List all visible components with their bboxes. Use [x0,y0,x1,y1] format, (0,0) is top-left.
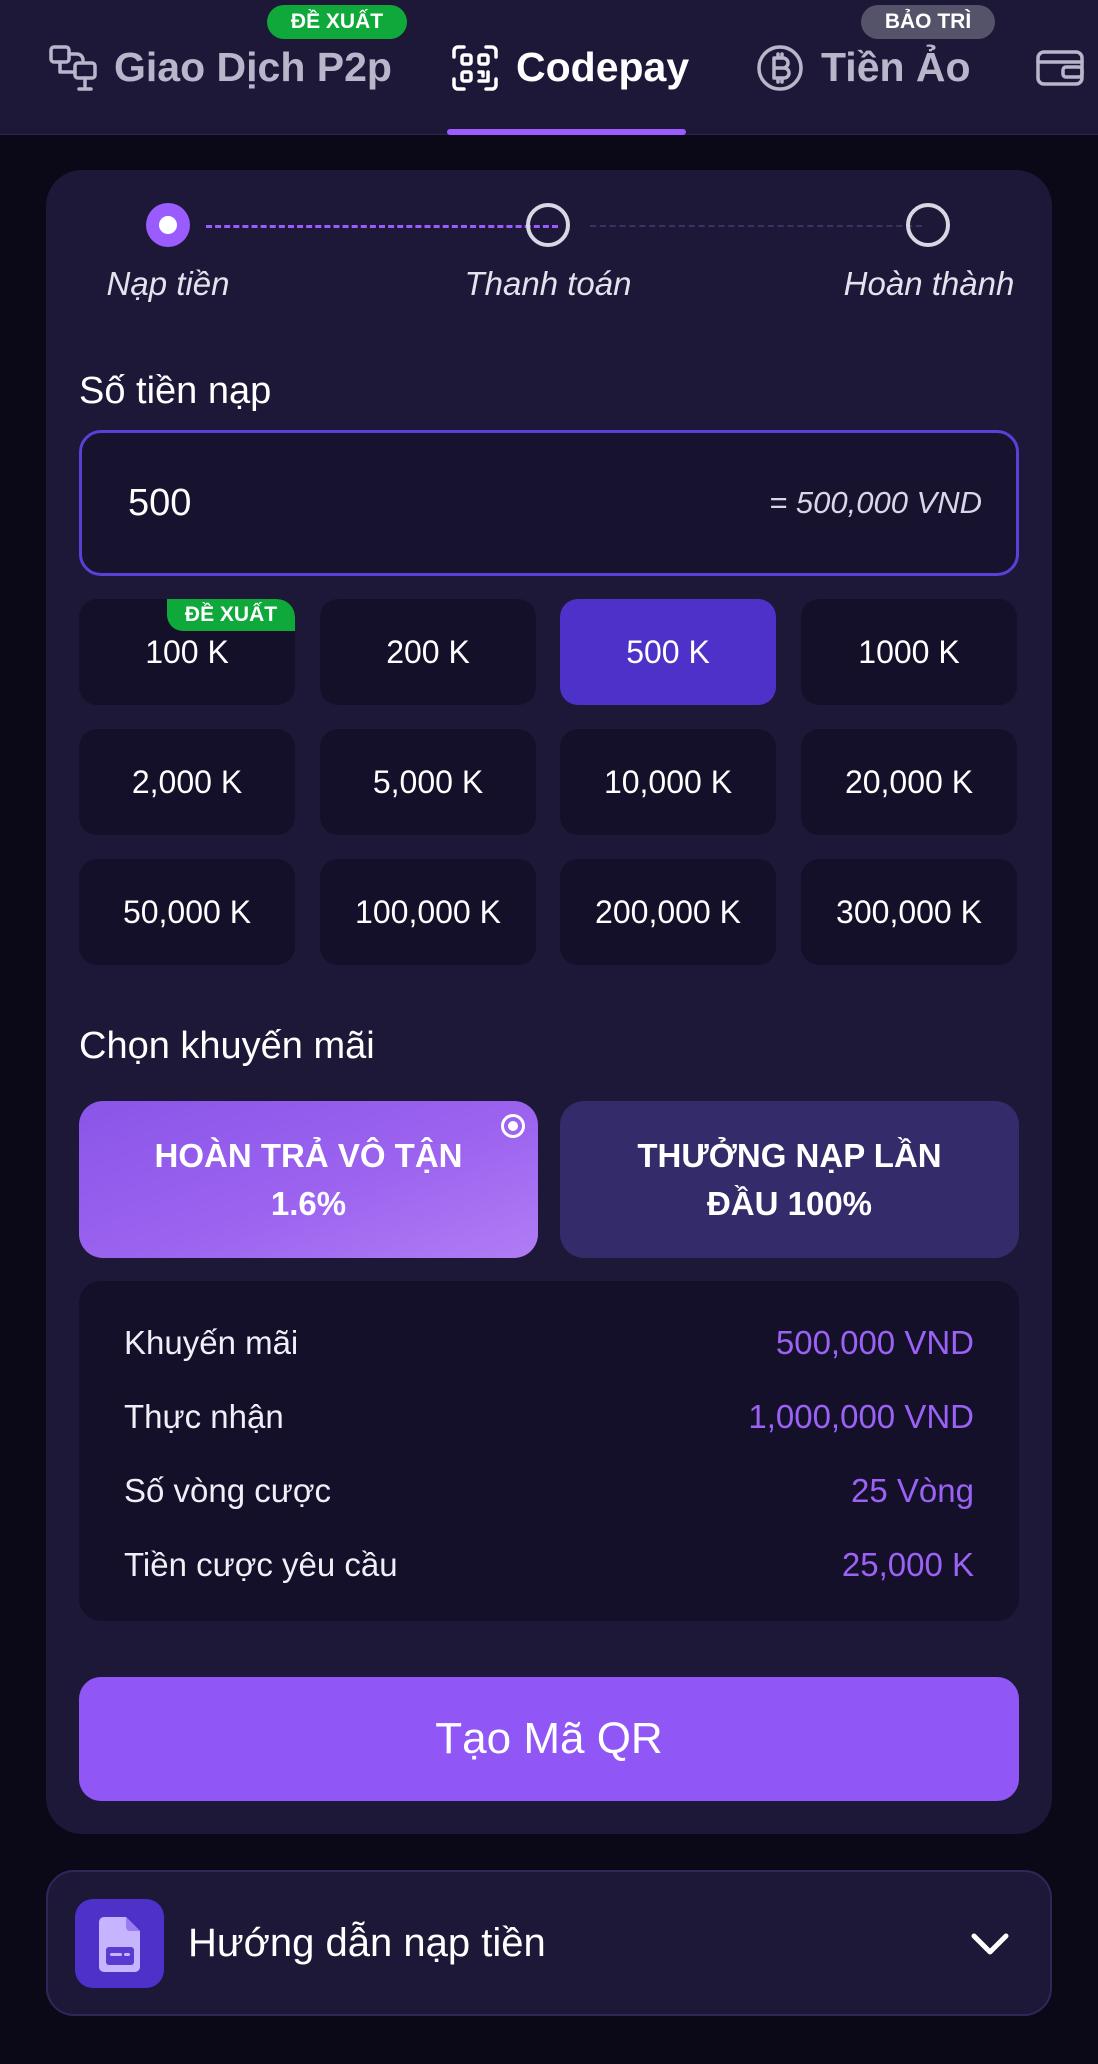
chevron-down-icon [971,1933,1009,1955]
tab-crypto-label: Tiền Ảo [821,44,971,90]
step-connector-done [206,225,558,228]
radio-selected-icon [501,1114,525,1138]
amount-option-label: 10,000 K [603,763,733,800]
amount-option-label: 2,000 K [131,763,243,800]
amount-input-box[interactable]: = 500,000 VND [79,430,1019,576]
amount-option-label: 50,000 K [122,893,252,930]
amount-option-100k[interactable]: 100 K ĐỀ XUẤT [79,599,295,705]
amount-option-20000k[interactable]: 20,000 K [801,729,1017,835]
promotion-title: Chọn khuyến mãi [79,1025,375,1067]
amount-converted: = 500,000 VND [769,485,982,520]
promo-option-line1: THƯỞNG NẠP LẦN [637,1136,942,1174]
amount-option-label: 5,000 K [372,763,484,800]
summary-value: 25 Vòng [851,1472,974,1509]
promo-option-first-deposit-bonus[interactable]: THƯỞNG NẠP LẦN ĐẦU 100% [560,1101,1019,1258]
amount-option-10000k[interactable]: 10,000 K [560,729,776,835]
summary-row-received: Thực nhận 1,000,000 VND [124,1392,974,1442]
summary-row-promotion: Khuyến mãi 500,000 VND [124,1318,974,1368]
amount-option-100000k[interactable]: 100,000 K [320,859,536,965]
qr-scan-icon [450,43,500,93]
amount-option-300000k[interactable]: 300,000 K [801,859,1017,965]
step-label-payment: Thanh toán [464,265,632,302]
amount-title: Số tiền nạp [79,370,272,412]
bitcoin-icon [755,43,805,93]
amount-option-label: 100 K [145,633,229,670]
step-indicator-complete [906,203,950,247]
deposit-guide-label: Hướng dẫn nạp tiền [188,1921,546,1965]
summary-label: Số vòng cược [124,1472,331,1509]
summary-label: Tiền cược yêu cầu [124,1546,398,1583]
amount-option-label: 1000 K [858,633,960,670]
amount-option-50000k[interactable]: 50,000 K [79,859,295,965]
amount-option-label: 200 K [386,633,470,670]
active-tab-indicator [447,129,686,135]
amount-option-label: 20,000 K [844,763,974,800]
amount-option-1000k[interactable]: 1000 K [801,599,1017,705]
tab-wallet[interactable] [1035,0,1098,135]
summary-row-wager-rounds: Số vòng cược 25 Vòng [124,1466,974,1516]
deposit-guide-accordion[interactable]: Hướng dẫn nạp tiền [46,1870,1052,2016]
create-qr-button[interactable]: Tạo Mã QR [79,1677,1019,1801]
amount-option-200k[interactable]: 200 K [320,599,536,705]
deposit-card: Nạp tiền Thanh toán Hoàn thành Số tiền n… [46,170,1052,1834]
amount-option-label: 200,000 K [595,893,741,930]
summary-label: Khuyến mãi [124,1324,299,1361]
promo-option-line2: ĐẦU 100% [706,1184,873,1222]
promotion-summary: Khuyến mãi 500,000 VND Thực nhận 1,000,0… [79,1281,1019,1621]
step-label-deposit: Nạp tiền [106,265,230,302]
step-indicator-payment [526,203,570,247]
amount-option-label: 300,000 K [836,893,982,930]
amount-option-label: 500 K [626,633,710,670]
summary-value: 500,000 VND [775,1324,974,1361]
tab-codepay[interactable]: Codepay [450,0,689,135]
promo-option-line2: 1.6% [270,1184,347,1222]
recommended-badge: ĐỀ XUẤT [167,599,295,631]
p2p-transfer-icon [48,43,98,93]
step-label-complete: Hoàn thành [843,265,1015,302]
summary-value: 25,000 K [841,1546,974,1583]
amount-input[interactable] [126,433,426,573]
top-tab-bar: Giao Dịch P2p ĐỀ XUẤT Codepay Tiền Ảo BẢ… [0,0,1098,135]
amount-option-label: 100,000 K [355,893,501,930]
step-indicator-deposit [146,203,190,247]
maintenance-badge: BẢO TRÌ [861,5,995,39]
amount-option-2000k[interactable]: 2,000 K [79,729,295,835]
promo-option-line1: HOÀN TRẢ VÔ TẬN [154,1136,463,1174]
amount-option-5000k[interactable]: 5,000 K [320,729,536,835]
wallet-icon [1035,43,1085,93]
summary-value: 1,000,000 VND [748,1398,974,1435]
summary-row-required-wager: Tiền cược yêu cầu 25,000 K [124,1540,974,1590]
promo-option-unlimited-rebate[interactable]: HOÀN TRẢ VÔ TẬN 1.6% [79,1101,538,1258]
amount-option-500k[interactable]: 500 K [560,599,776,705]
recommended-badge: ĐỀ XUẤT [267,5,407,39]
document-icon [75,1899,164,1988]
step-connector-pending [590,225,922,227]
summary-label: Thực nhận [124,1398,284,1435]
amount-option-200000k[interactable]: 200,000 K [560,859,776,965]
tab-codepay-label: Codepay [516,44,690,90]
tab-p2p-label: Giao Dịch P2p [114,44,392,90]
